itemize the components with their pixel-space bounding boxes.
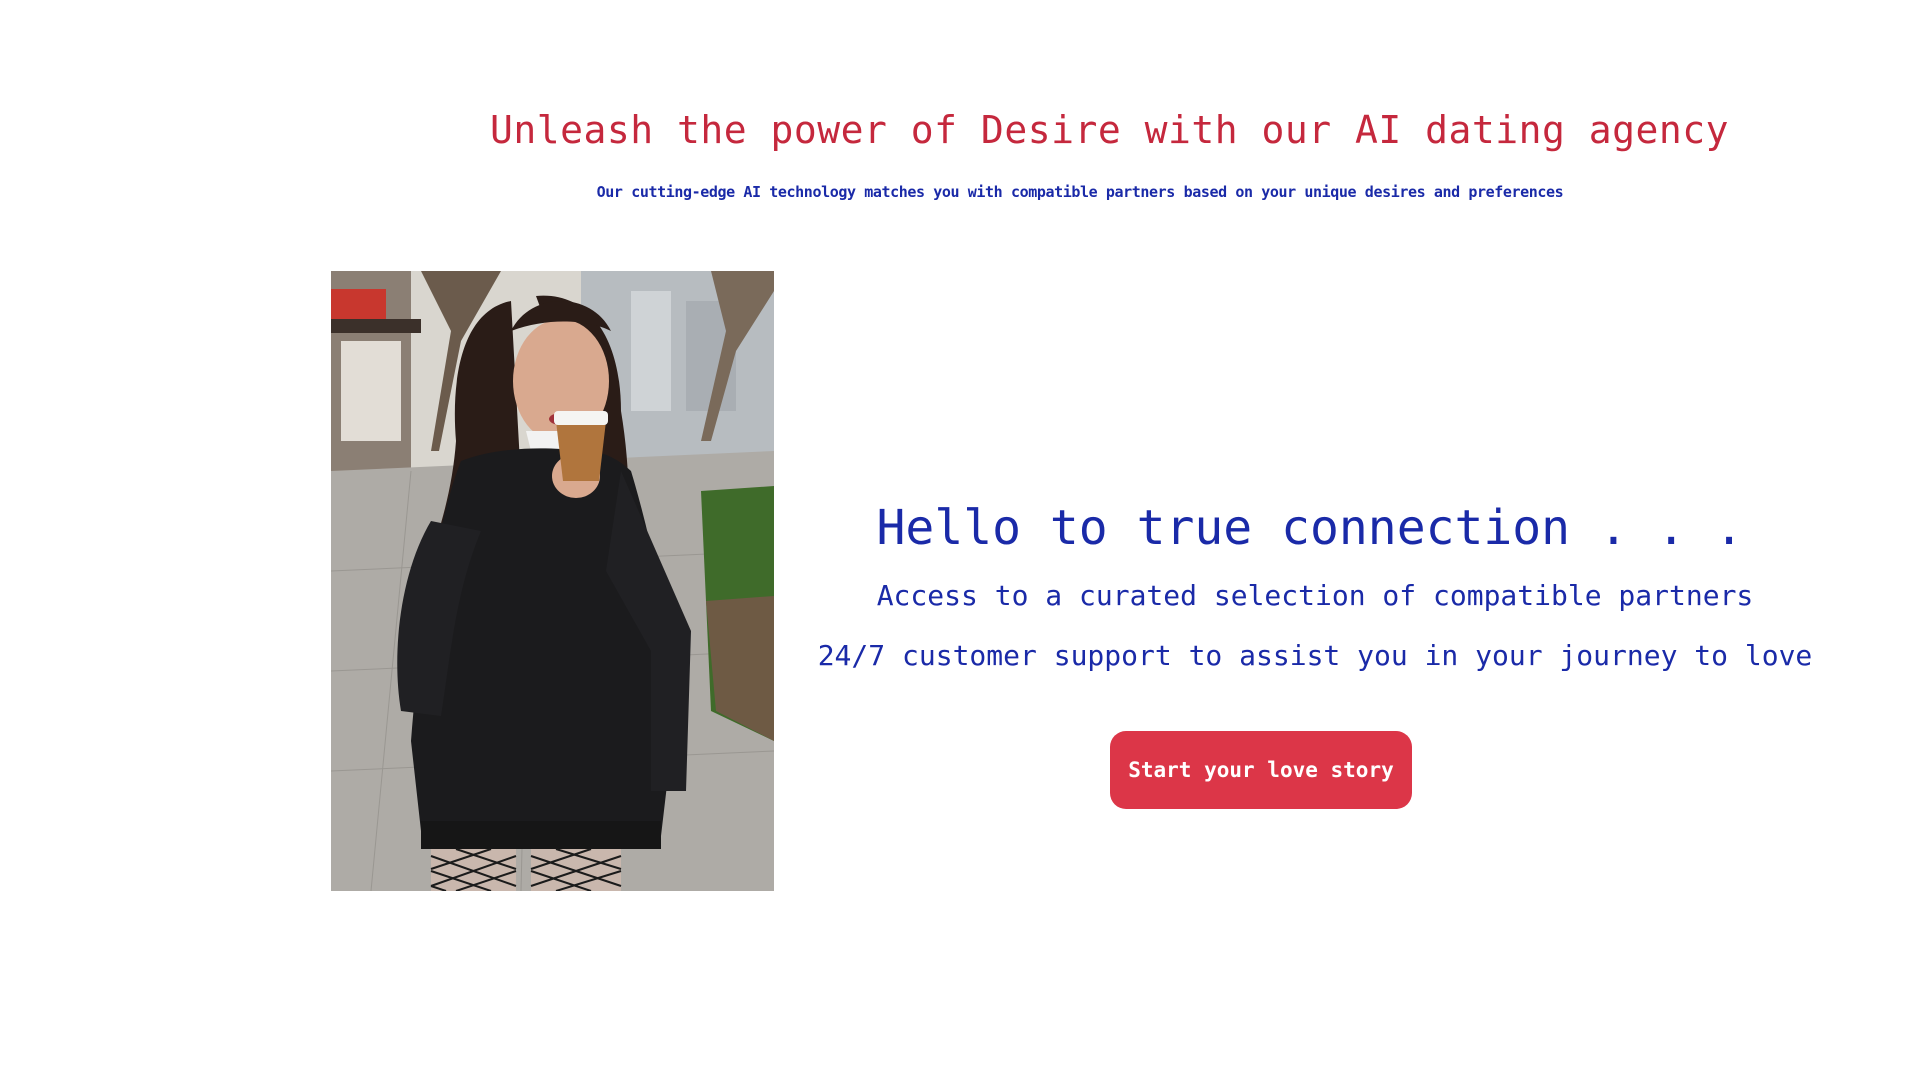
feature-curated-partners: Access to a curated selection of compati… [876,579,1754,612]
landing-page: Unleash the power of Desire with our AI … [0,0,1920,1080]
hero-photo [331,271,774,891]
hero-title: Unleash the power of Desire with our AI … [490,108,1730,152]
start-love-story-button[interactable]: Start your love story [1110,731,1412,809]
feature-customer-support: 24/7 customer support to assist you in y… [817,639,1813,672]
connection-heading: Hello to true connection . . . [876,500,1744,556]
hero-subtitle: Our cutting-edge AI technology matches y… [596,183,1564,201]
